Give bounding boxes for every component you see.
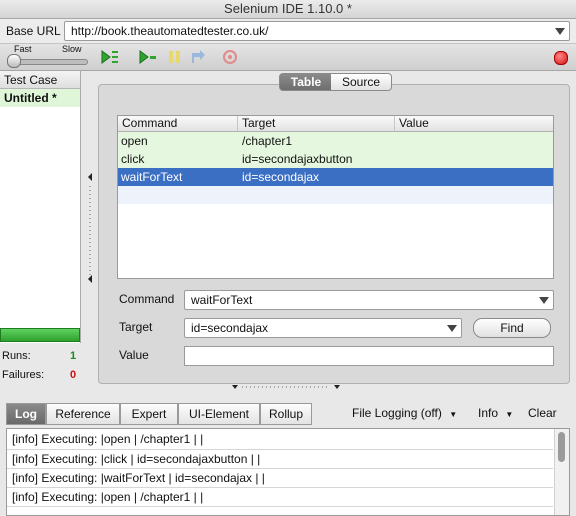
log-line: [info] Executing: |open | /chapter1 | |	[12, 432, 204, 446]
play-current-icon	[139, 50, 156, 64]
tab-rollup[interactable]: Rollup	[260, 403, 312, 425]
target-select-value: id=secondajax	[191, 321, 269, 335]
clear-log-button[interactable]: Clear	[528, 406, 557, 420]
failures-value: 0	[70, 369, 77, 381]
file-logging-dropdown[interactable]: File Logging (off) ▼	[352, 406, 457, 420]
window-title: Selenium IDE 1.10.0 *	[224, 1, 352, 16]
column-header-value[interactable]: Value	[395, 116, 553, 132]
value-field[interactable]	[184, 346, 554, 366]
row-command: waitForText	[121, 170, 183, 184]
test-case-item[interactable]: Untitled *	[0, 89, 80, 107]
speed-slow-label: Slow	[62, 44, 82, 54]
command-select-value: waitForText	[191, 293, 253, 307]
find-button[interactable]: Find	[473, 318, 551, 338]
step-button[interactable]	[188, 48, 208, 66]
speed-slider-track[interactable]	[10, 59, 88, 65]
tab-table[interactable]: Table	[279, 73, 333, 91]
run-progress-bar	[0, 328, 80, 342]
log-level-dropdown[interactable]: Info ▼	[478, 406, 513, 420]
target-select[interactable]: id=secondajax	[184, 318, 462, 338]
rollup-button[interactable]	[220, 48, 240, 66]
table-row-selected[interactable]: waitForText id=secondajax	[118, 168, 553, 186]
log-scrollbar-thumb[interactable]	[558, 432, 565, 462]
play-all-button[interactable]	[100, 48, 120, 66]
row-target: id=secondajax	[242, 170, 320, 184]
command-label: Command	[119, 292, 175, 306]
table-row-empty[interactable]	[118, 186, 553, 204]
command-table: Command Target Value open /chapter1 clic…	[117, 115, 554, 279]
failures-label: Failures:	[2, 369, 45, 381]
row-command: open	[121, 134, 148, 148]
chevron-down-icon[interactable]	[447, 325, 457, 332]
file-logging-label: File Logging (off)	[352, 406, 442, 420]
horizontal-splitter[interactable]	[230, 382, 342, 392]
tab-ui-element[interactable]: UI-Element	[178, 403, 260, 425]
runs-value: 1	[70, 350, 77, 362]
base-url-value: http://book.theautomatedtester.co.uk/	[71, 24, 269, 38]
splitter-grip-icon	[88, 173, 92, 283]
splitter-grip-icon	[232, 385, 340, 389]
table-row[interactable]: click id=secondajaxbutton	[118, 150, 553, 168]
play-all-icon	[101, 50, 118, 64]
chevron-down-icon: ▼	[505, 410, 514, 419]
log-line: [info] Executing: |open | /chapter1 | |	[12, 490, 204, 504]
record-button[interactable]	[554, 51, 568, 65]
base-url-input[interactable]: http://book.theautomatedtester.co.uk/	[64, 21, 570, 41]
chevron-down-icon[interactable]	[539, 297, 549, 304]
log-line: [info] Executing: |waitForText | id=seco…	[12, 471, 265, 485]
test-case-item-label: Untitled *	[4, 91, 57, 105]
test-case-header: Test Case	[0, 71, 80, 89]
runs-label: Runs:	[2, 350, 31, 362]
test-case-panel: Test Case Untitled *	[0, 71, 81, 343]
log-level-label: Info	[478, 406, 499, 420]
base-url-label: Base URL	[6, 24, 61, 38]
tab-reference[interactable]: Reference	[46, 403, 120, 425]
table-row[interactable]: open /chapter1	[118, 132, 553, 150]
column-header-command[interactable]: Command	[118, 116, 238, 132]
log-scrollbar[interactable]	[554, 429, 569, 515]
row-target: id=secondajaxbutton	[242, 152, 353, 166]
test-case-header-label: Test Case	[4, 73, 58, 87]
log-output[interactable]: [info] Executing: |open | /chapter1 | | …	[6, 428, 570, 516]
step-icon	[192, 50, 205, 63]
tab-log[interactable]: Log	[6, 403, 46, 425]
chevron-down-icon: ▼	[449, 410, 458, 419]
pause-icon	[169, 51, 180, 63]
tab-source[interactable]: Source	[331, 73, 392, 91]
row-target: /chapter1	[242, 134, 293, 148]
command-select[interactable]: waitForText	[184, 290, 554, 310]
speed-fast-label: Fast	[14, 44, 32, 54]
target-label: Target	[119, 320, 153, 334]
row-command: click	[121, 152, 145, 166]
play-current-button[interactable]	[138, 48, 158, 66]
column-header-target[interactable]: Target	[238, 116, 395, 132]
tab-expert[interactable]: Expert	[120, 403, 178, 425]
title-bar: Selenium IDE 1.10.0 *	[0, 0, 576, 19]
log-divider	[7, 506, 553, 507]
rollup-icon	[223, 50, 237, 64]
log-line: [info] Executing: |click | id=secondajax…	[12, 452, 261, 466]
speed-slider-handle[interactable]	[7, 54, 21, 68]
log-tab-bar: Log Reference Expert UI-Element Rollup F…	[4, 403, 576, 425]
base-url-row: Base URL http://book.theautomatedtester.…	[0, 19, 576, 44]
vertical-splitter[interactable]	[84, 71, 96, 391]
toolbar: Fast Slow	[0, 44, 576, 71]
value-label: Value	[119, 348, 149, 362]
chevron-down-icon[interactable]	[555, 28, 565, 35]
pause-button[interactable]	[165, 48, 185, 66]
